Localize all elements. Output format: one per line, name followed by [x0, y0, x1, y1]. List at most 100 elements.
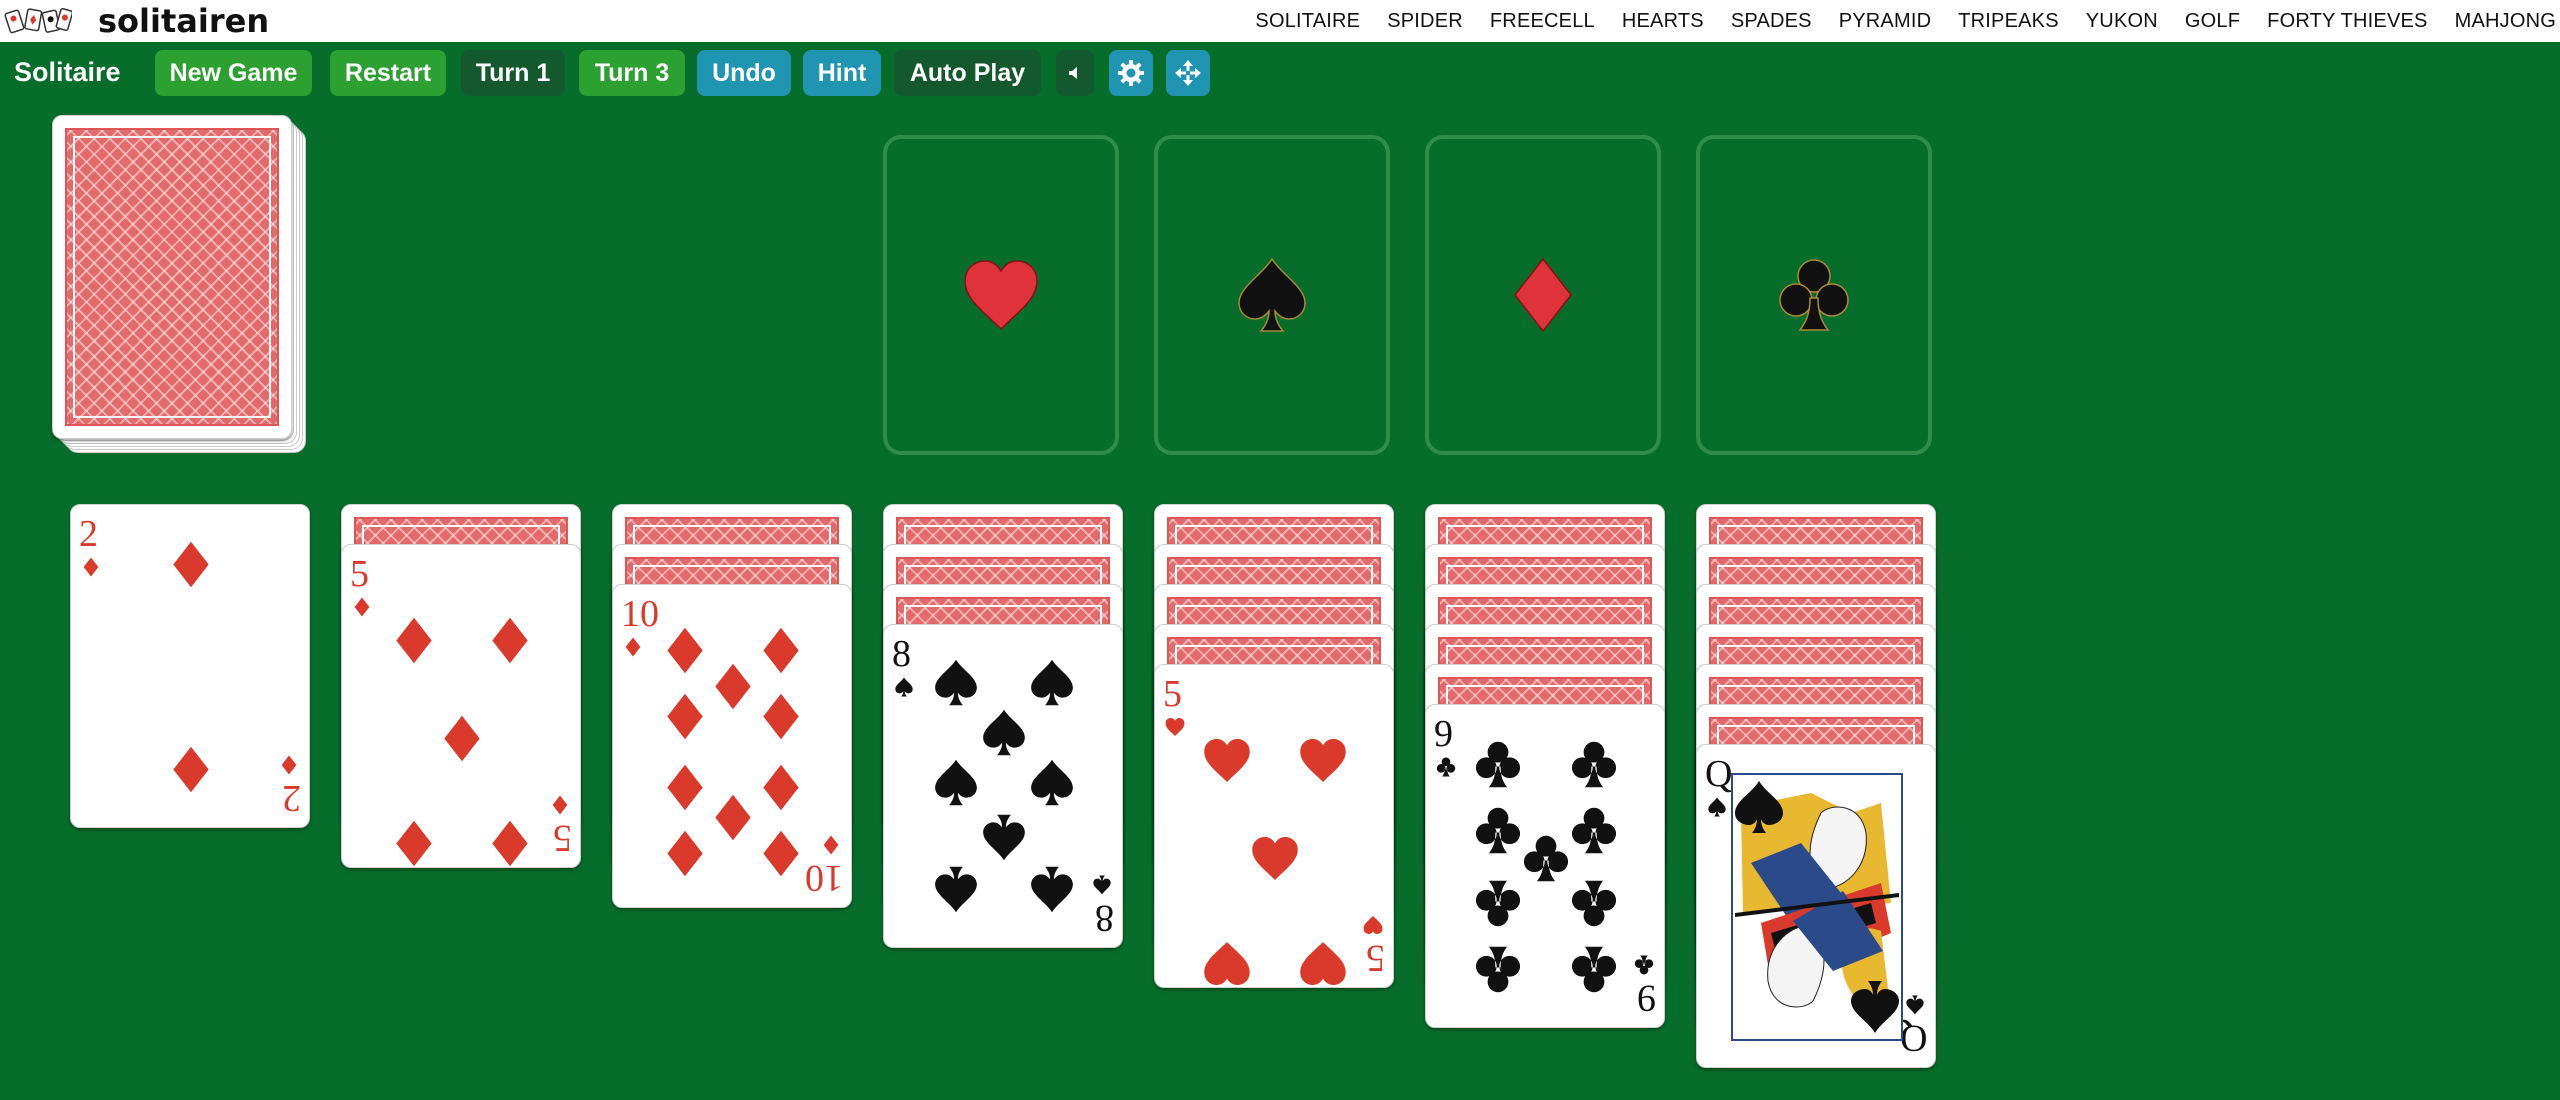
card-10-of-diamonds[interactable]: 10 10	[612, 584, 852, 908]
card-corner-suit	[81, 557, 101, 582]
diamond-pip-icon	[715, 794, 751, 841]
card-corner-suit	[1707, 797, 1727, 822]
club-pip-icon	[1571, 807, 1617, 854]
auto-play-button[interactable]: Auto Play	[894, 50, 1041, 96]
game-nav: SOLITAIRE SPIDER FREECELL HEARTS SPADES …	[1228, 0, 2556, 42]
nav-pyramid[interactable]: PYRAMID	[1839, 10, 1932, 33]
cards-logo-icon	[4, 7, 72, 34]
card-rank: 5	[1163, 673, 1182, 715]
club-pip-icon	[1571, 946, 1617, 993]
nav-hearts[interactable]: HEARTS	[1622, 10, 1704, 33]
card-pip	[757, 759, 805, 812]
spade-pip-icon	[1093, 875, 1111, 895]
turn3-button[interactable]: Turn 3	[579, 50, 685, 96]
nav-mahjong[interactable]: MAHJONG	[2455, 10, 2556, 33]
nav-spades[interactable]: SPADES	[1731, 10, 1812, 33]
card-Q-of-spades[interactable]: QQ	[1696, 744, 1936, 1068]
spade-pip-icon	[895, 677, 913, 697]
card-corner-suit-bottom	[821, 830, 841, 855]
card-pip	[1028, 659, 1076, 712]
heart-pip-icon	[1300, 739, 1346, 782]
speaker-icon	[1069, 67, 1077, 79]
nav-forty-thieves[interactable]: FORTY THIEVES	[2267, 10, 2427, 33]
card-pip	[661, 627, 709, 680]
card-pip	[167, 541, 215, 594]
spade-pip-icon	[1906, 995, 1924, 1015]
diamond-pip-icon	[281, 755, 297, 775]
card-9-of-clubs[interactable]: 99	[1425, 704, 1665, 1028]
diamond-pip-icon	[763, 764, 799, 811]
foundation-hearts[interactable]	[883, 135, 1119, 455]
club-pip-icon	[1571, 741, 1617, 788]
card-pip	[1522, 835, 1570, 888]
turn1-button[interactable]: Turn 1	[461, 50, 565, 96]
card-pip	[709, 663, 757, 716]
nav-yukon[interactable]: YUKON	[2086, 10, 2158, 33]
card-pip	[757, 693, 805, 746]
spade-pip-icon	[935, 866, 977, 913]
foundation-clubs[interactable]	[1696, 135, 1932, 455]
club-pip-icon	[1523, 835, 1569, 882]
card-pip	[390, 815, 438, 868]
card-pip	[1474, 941, 1522, 994]
sound-button[interactable]	[1056, 50, 1094, 96]
card-corner-suit-bottom	[279, 750, 299, 775]
card-pip	[1474, 741, 1522, 794]
card-pip	[1251, 835, 1299, 888]
card-rank-bottom: Q	[1899, 1017, 1927, 1059]
spade-pip-icon	[1031, 866, 1073, 913]
card-rank: 10	[621, 593, 659, 635]
diamond-pip-icon	[173, 541, 209, 588]
stock-top-card[interactable]	[52, 115, 292, 439]
diamond-pip-icon	[354, 597, 370, 617]
card-2-of-diamonds[interactable]: 22	[70, 504, 310, 828]
club-pip-icon	[1475, 946, 1521, 993]
card-pip	[486, 617, 534, 670]
card-rank: 5	[350, 553, 369, 595]
card-pip	[1474, 875, 1522, 928]
club-pip-icon	[1475, 880, 1521, 927]
card-pip	[661, 759, 709, 812]
foundation-spades[interactable]	[1154, 135, 1390, 455]
nav-golf[interactable]: GOLF	[2185, 10, 2240, 33]
restart-button[interactable]: Restart	[330, 50, 446, 96]
card-pip	[167, 741, 215, 794]
heart-pip-icon	[1204, 739, 1250, 782]
card-corner-suit-bottom	[1092, 870, 1112, 895]
diamond-pip-icon	[492, 617, 528, 664]
diamond-pip-icon	[625, 637, 641, 657]
card-rank: 2	[79, 513, 98, 555]
card-pip	[980, 809, 1028, 862]
nav-freecell[interactable]: FREECELL	[1490, 10, 1595, 33]
spade-pip-icon	[1031, 659, 1073, 706]
stock-pile[interactable]	[52, 115, 312, 461]
diamond-pip-icon	[83, 557, 99, 577]
diamond-pip-icon	[396, 617, 432, 664]
card-pip	[932, 759, 980, 812]
settings-button[interactable]	[1109, 50, 1153, 96]
nav-spider[interactable]: SPIDER	[1387, 10, 1463, 33]
site-logo[interactable]: solitairen	[4, 2, 270, 40]
club-pip-icon	[1571, 880, 1617, 927]
fullscreen-button[interactable]	[1166, 50, 1210, 96]
card-pip	[1570, 741, 1618, 794]
card-8-of-spades[interactable]: 88	[883, 624, 1123, 948]
hint-button[interactable]: Hint	[803, 50, 881, 96]
heart-pip-icon	[1252, 837, 1298, 880]
foundation-diamonds[interactable]	[1425, 135, 1661, 455]
club-pip-icon	[1634, 955, 1654, 975]
card-corner-suit-bottom	[1634, 950, 1654, 975]
card-pip	[932, 861, 980, 914]
spade-pip-icon	[983, 709, 1025, 756]
card-corner-suit	[623, 637, 643, 662]
card-5-of-diamonds[interactable]: 55	[341, 544, 581, 868]
nav-solitaire[interactable]: SOLITAIRE	[1255, 10, 1360, 33]
nav-tripeaks[interactable]: TRIPEAKS	[1958, 10, 2059, 33]
card-pip	[932, 659, 980, 712]
site-name: solitairen	[98, 2, 270, 40]
undo-button[interactable]: Undo	[697, 50, 791, 96]
diamond-pip-icon	[763, 627, 799, 674]
heart-pip-icon	[1363, 916, 1383, 934]
new-game-button[interactable]: New Game	[155, 50, 312, 96]
card-5-of-hearts[interactable]: 55	[1154, 664, 1394, 988]
